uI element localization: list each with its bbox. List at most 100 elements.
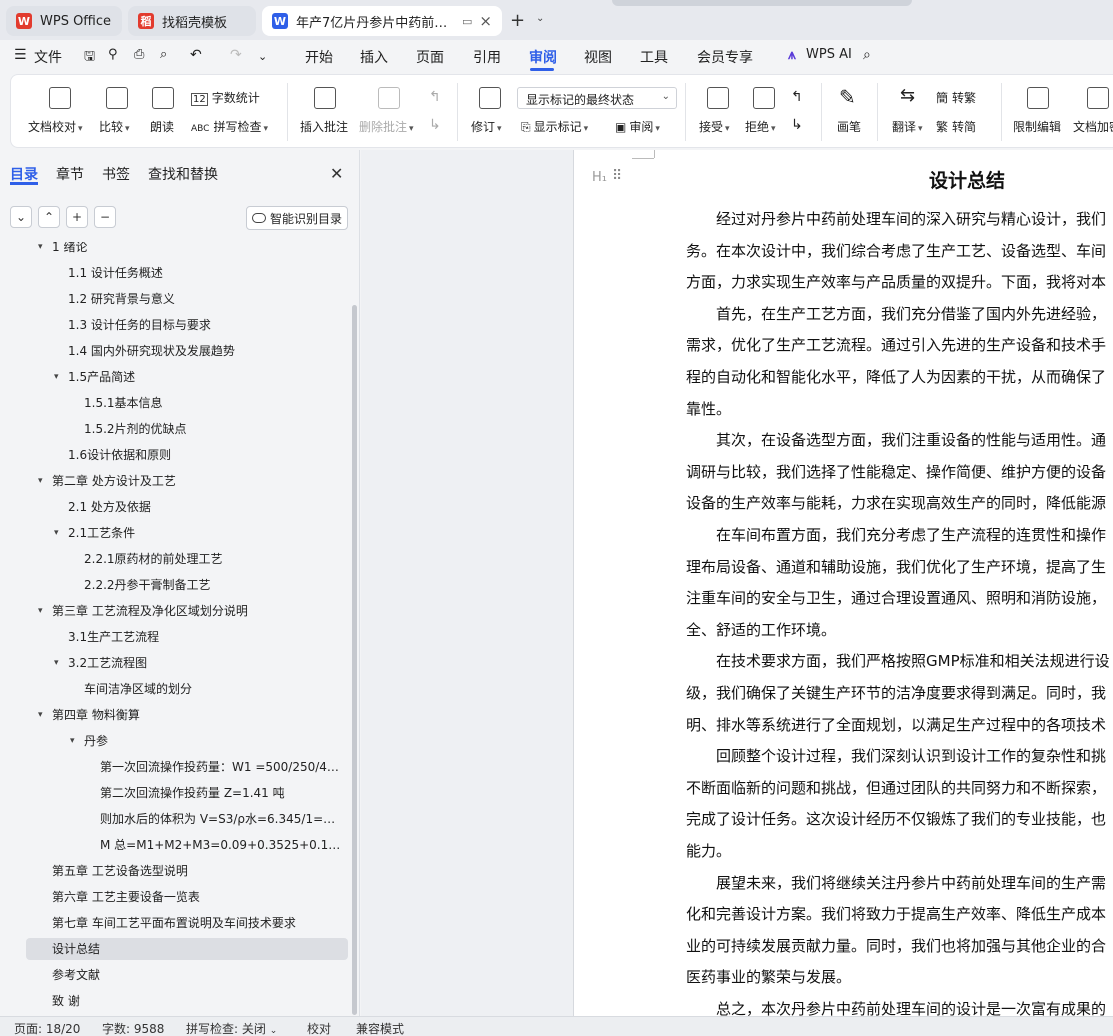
toc-item[interactable]: 参考文献 <box>52 964 100 986</box>
toc-item[interactable]: 2.2.2丹参干膏制备工艺 <box>84 574 211 596</box>
add-heading-button[interactable]: + <box>66 206 88 228</box>
translate-button[interactable]: 翻译 ▾ <box>892 118 923 135</box>
drag-handle-icon[interactable]: ⠿ <box>612 168 622 184</box>
toc-item[interactable]: 第五章 工艺设备选型说明 <box>52 860 188 882</box>
toc-item[interactable]: 第二章 处方设计及工艺 <box>52 470 176 492</box>
wps-ai-icon[interactable]: ⩚ <box>788 47 796 63</box>
markup-mode-select[interactable]: 显示标记的最终状态 ⌄ <box>517 87 677 109</box>
heading-level-marker[interactable]: H₁ <box>592 170 607 185</box>
toc-expand-arrow-icon[interactable]: ▾ <box>54 522 59 544</box>
redo-icon[interactable]: ↷ <box>230 47 242 63</box>
page-indicator[interactable]: 页面: 18/20 <box>14 1020 80 1036</box>
tab-daoke-templates[interactable]: 稻 找稻壳模板 <box>128 6 256 36</box>
print-preview-icon[interactable]: ⌕ <box>160 47 167 62</box>
toc-item[interactable]: 1.4 国内外研究现状及发展趋势 <box>68 340 235 362</box>
toc-item[interactable]: 设计总结 <box>52 938 100 960</box>
tab-bookmarks[interactable]: 书签 <box>102 164 130 184</box>
revise-button[interactable]: 修订 ▾ <box>471 118 502 135</box>
hamburger-icon[interactable]: ☰ <box>14 47 27 63</box>
word-count-button[interactable]: 12 字数统计 <box>191 89 260 106</box>
read-aloud-button[interactable]: 朗读 <box>150 118 174 135</box>
tab-toc[interactable]: 目录 <box>10 164 38 184</box>
doc-check-icon[interactable] <box>49 87 71 109</box>
compare-button[interactable]: 比较 ▾ <box>99 118 130 135</box>
toc-item[interactable]: 丹参 <box>84 730 108 752</box>
translate-icon[interactable]: ⇆ <box>900 85 915 106</box>
toc-item[interactable]: 1.6设计依据和原则 <box>68 444 171 466</box>
doc-encrypt-button[interactable]: 文档加密 <box>1073 118 1113 135</box>
to-traditional-button[interactable]: 簡转繁 <box>936 89 976 106</box>
close-panel-icon[interactable]: ✕ <box>330 164 343 183</box>
toc-expand-arrow-icon[interactable]: ▾ <box>38 242 43 258</box>
restrict-edit-icon[interactable] <box>1027 87 1049 109</box>
toc-expand-arrow-icon[interactable]: ▾ <box>38 470 43 492</box>
new-tab-dropdown-icon[interactable]: ⌄ <box>536 13 544 24</box>
menu-page[interactable]: 页面 <box>416 47 444 67</box>
save-icon[interactable]: 🖫 <box>84 47 95 69</box>
review-pane-button[interactable]: ▣ 审阅 ▾ <box>615 118 660 135</box>
menu-review[interactable]: 审阅 <box>529 47 557 67</box>
next-change-icon[interactable]: ↳ <box>791 117 803 133</box>
read-aloud-icon[interactable] <box>152 87 174 109</box>
doc-encrypt-icon[interactable] <box>1087 87 1109 109</box>
pen-button[interactable]: 画笔 <box>837 118 861 135</box>
doc-check-button[interactable]: 文档校对 ▾ <box>28 118 83 135</box>
reject-icon[interactable] <box>753 87 775 109</box>
pen-icon[interactable]: ✎ <box>839 85 856 109</box>
toc-item[interactable]: 则加水后的体积为 V=S3/ρ水=6.345/1=6.… <box>100 808 342 830</box>
to-simplified-button[interactable]: 繁转简 <box>936 118 976 135</box>
menu-member[interactable]: 会员专享 <box>697 47 753 67</box>
restrict-edit-button[interactable]: 限制编辑 <box>1013 118 1061 135</box>
spell-check-button[interactable]: ABC 拼写检查 ▾ <box>191 118 268 135</box>
menu-start[interactable]: 开始 <box>305 47 333 67</box>
tab-find-replace[interactable]: 查找和替换 <box>148 164 218 184</box>
menu-view[interactable]: 视图 <box>584 47 612 67</box>
compare-icon[interactable] <box>106 87 128 109</box>
undo-icon[interactable]: ↶ <box>190 47 202 63</box>
share-icon[interactable]: ⚲ <box>108 47 118 62</box>
toc-item[interactable]: 1.3 设计任务的目标与要求 <box>68 314 211 336</box>
more-quick-access-icon[interactable]: ⌄ <box>258 50 267 63</box>
collapse-all-button[interactable]: ⌄ <box>10 206 32 228</box>
menu-file[interactable]: 文件 <box>34 47 62 67</box>
spell-check-indicator[interactable]: 拼写检查: 关闭 ⌄ <box>186 1020 277 1036</box>
toc-item[interactable]: 第四章 物料衡算 <box>52 704 140 726</box>
tab-wps-office[interactable]: W WPS Office <box>6 6 122 36</box>
menu-insert[interactable]: 插入 <box>360 47 388 67</box>
print-icon[interactable]: ⎙ <box>134 47 144 62</box>
toc-item[interactable]: 2.1工艺条件 <box>68 522 135 544</box>
toc-scrollbar[interactable] <box>352 305 357 1015</box>
menu-tools[interactable]: 工具 <box>640 47 668 67</box>
toc-item[interactable]: 3.1生产工艺流程 <box>68 626 159 648</box>
proof-indicator[interactable]: 校对 <box>307 1020 331 1036</box>
toc-item[interactable]: 第二次回流操作投药量 Z=1.41 吨 <box>100 782 285 804</box>
close-tab-icon[interactable]: × <box>479 12 492 30</box>
tab-chapters[interactable]: 章节 <box>56 164 84 184</box>
document-page[interactable]: H₁ ⠿ 设计总结 经过对丹参片中药前处理车间的深入研究与精心设计，我们 务。在本… <box>573 150 1113 1016</box>
toc-expand-arrow-icon[interactable]: ▾ <box>70 730 75 752</box>
toc-item[interactable]: M 总=M1+M2+M3=0.09+0.3525+0.16… <box>100 834 342 856</box>
toc-item[interactable]: 2.1 处方及依据 <box>68 496 151 518</box>
menu-reference[interactable]: 引用 <box>473 47 501 67</box>
show-markup-button[interactable]: ⎘ 显示标记 ▾ <box>521 118 588 135</box>
toc-item[interactable]: 致 谢 <box>52 990 80 1012</box>
toc-expand-arrow-icon[interactable]: ▾ <box>38 600 43 622</box>
toc-item[interactable]: 3.2工艺流程图 <box>68 652 147 674</box>
toc-item[interactable]: 1.1 设计任务概述 <box>68 262 163 284</box>
word-count-indicator[interactable]: 字数: 9588 <box>102 1020 164 1036</box>
toc-item[interactable]: 车间洁净区域的划分 <box>84 678 192 700</box>
toc-item[interactable]: 第七章 车间工艺平面布置说明及车间技术要求 <box>52 912 296 934</box>
toc-item[interactable]: 第一次回流操作投药量：W1 =500/250/4… <box>100 756 339 778</box>
insert-comment-icon[interactable] <box>314 87 336 109</box>
new-tab-button[interactable]: + <box>510 10 525 31</box>
toc-item[interactable]: 2.2.1原药材的前处理工艺 <box>84 548 223 570</box>
revise-icon[interactable] <box>479 87 501 109</box>
toc-item[interactable]: 第三章 工艺流程及净化区域划分说明 <box>52 600 248 622</box>
search-icon[interactable]: ⌕ <box>863 47 871 63</box>
menu-wps-ai[interactable]: WPS AI <box>806 47 852 62</box>
toc-expand-arrow-icon[interactable]: ▾ <box>54 366 59 388</box>
toc-item[interactable]: 1 绪论 <box>52 242 87 258</box>
toc-expand-arrow-icon[interactable]: ▾ <box>54 652 59 674</box>
toc-item[interactable]: 1.5.1基本信息 <box>84 392 163 414</box>
smart-toc-button[interactable]: 智能识别目录 <box>246 206 348 230</box>
